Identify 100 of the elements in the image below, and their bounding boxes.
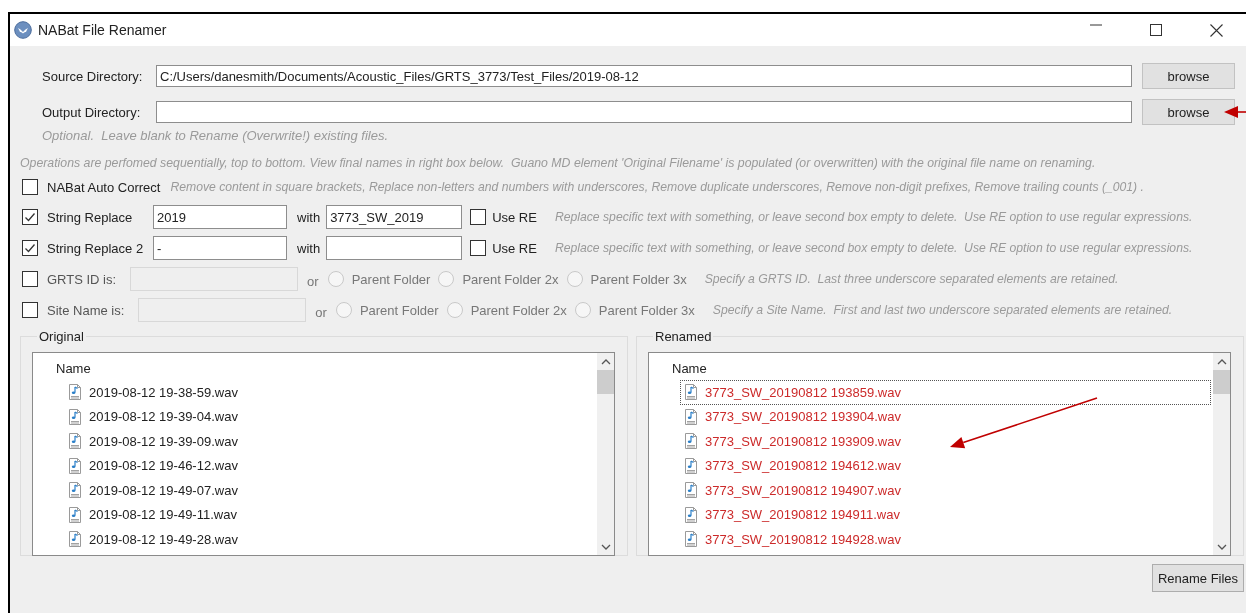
checkbox-label: String Replace 2 [47, 240, 145, 256]
checkbox[interactable] [470, 209, 487, 225]
radio-label: Parent Folder [351, 271, 431, 287]
audio-file-icon [68, 433, 82, 450]
rename-files-button[interactable]: Rename Files [1152, 564, 1244, 592]
file-name: 3773_SW_20190812 194907.wav [705, 482, 901, 498]
operation-description: Specify a GRTS ID. Last three underscore separated elements are retained. [704, 272, 1119, 286]
file-row[interactable]: 3773_SW_20190812 194612.wav [680, 453, 1211, 478]
checkbox[interactable] [470, 240, 487, 256]
file-list[interactable]: Name 3773_SW_20190812 193859.wav 3773_SW_20190812 193904.wav 3773_SW_20190812 193909.wav 3773_SW_20190812 194612.wav 3773_SW_20190812 194907.wav 3773_SW_20190812 194911.wav 3773_SW_20190812 194928.wav [648, 352, 1231, 556]
checkbox-label: Site Name is: [47, 302, 125, 318]
file-row[interactable]: 2019-08-12 19-38-59.wav [64, 380, 595, 405]
or-label: or [315, 304, 327, 320]
checkbox[interactable] [22, 179, 38, 195]
file-row[interactable]: 3773_SW_20190812 193859.wav [680, 380, 1211, 405]
audio-file-icon [68, 384, 82, 401]
audio-file-icon [684, 457, 698, 474]
file-row[interactable]: 2019-08-12 19-39-04.wav [64, 404, 595, 429]
directory-field[interactable]: C:/Users/danesmith/Documents/Acoustic_Files/GRTS_3773/Test_Files/2019-08-12 [156, 65, 1132, 87]
checkbox[interactable] [22, 240, 38, 256]
audio-file-icon [684, 506, 698, 523]
replace-field[interactable]: 3773_SW_2019 [326, 205, 463, 229]
file-name: 2019-08-12 19-39-09.wav [89, 433, 238, 449]
audio-file-icon [684, 433, 698, 450]
scrollbar[interactable] [1213, 353, 1230, 555]
audio-file-icon [68, 531, 82, 548]
checkbox-label: GRTS ID is: [47, 271, 117, 287]
file-row[interactable]: 3773_SW_20190812 194911.wav [680, 502, 1211, 527]
operation-description: Remove content in square brackets, Replace non-letters and numbers with underscores, Remove duplicate underscores, Remove non-digit prefixes, Remove trailing counts (_001) . [170, 180, 1144, 194]
file-name: 3773_SW_20190812 194928.wav [705, 531, 901, 547]
checkbox-label: NABat Auto Correct [47, 179, 161, 195]
group-title: Renamed [654, 329, 713, 344]
radio-label: Parent Folder 3x [598, 302, 695, 318]
column-header[interactable]: Name [649, 359, 1213, 379]
file-name: 2019-08-12 19-46-12.wav [89, 458, 238, 474]
find-field[interactable]: 2019 [153, 205, 287, 229]
scroll-down-icon[interactable] [1216, 543, 1227, 550]
file-name: 3773_SW_20190812 193904.wav [705, 409, 901, 425]
audio-file-icon [68, 482, 82, 499]
radio-label: Parent Folder 2x [470, 302, 567, 318]
minimize-icon[interactable] [1090, 23, 1102, 26]
audio-file-icon [684, 482, 698, 499]
replace-field[interactable] [326, 236, 463, 260]
hint-text: Optional. Leave blank to Rename (Overwrite!) existing files. [42, 128, 390, 144]
file-row[interactable]: 3773_SW_20190812 194907.wav [680, 478, 1211, 503]
scroll-down-icon[interactable] [600, 543, 611, 550]
file-row[interactable]: 2019-08-12 19-49-07.wav [64, 478, 595, 503]
file-row[interactable]: 3773_SW_20190812 193909.wav [680, 429, 1211, 454]
window-title: NABat File Renamer [38, 22, 167, 38]
or-label: or [307, 273, 319, 289]
file-name: 2019-08-12 19-49-07.wav [89, 482, 238, 498]
with-label: with [297, 209, 321, 225]
with-label: with [297, 240, 321, 256]
operation-description: Specify a Site Name. First and last two underscore separated elements are retained. [712, 303, 1173, 317]
radio-label: Parent Folder 2x [462, 271, 559, 287]
field-label: Source Directory: [41, 68, 144, 84]
operation-description: Replace specific text with something, or leave second box empty to delete. Use RE option to use regular expressions. [554, 210, 1193, 224]
file-row[interactable]: 2019-08-12 19-46-12.wav [64, 453, 595, 478]
checkbox[interactable] [22, 209, 38, 225]
find-field[interactable]: - [153, 236, 287, 260]
file-name: 3773_SW_20190812 193909.wav [705, 433, 901, 449]
close-icon[interactable] [1209, 23, 1223, 37]
file-name: 2019-08-12 19-49-28.wav [89, 531, 238, 547]
file-list[interactable]: Name 2019-08-12 19-38-59.wav 2019-08-12 19-39-04.wav 2019-08-12 19-39-09.wav 2019-08-12 19-46-12.wav 2019-08-12 19-49-07.wav 2019-08-12 19-49-11.wav 2019-08-12 19-49-28.wav [32, 352, 615, 556]
checkbox-label: String Replace [47, 209, 134, 225]
file-row[interactable]: 3773_SW_20190812 193904.wav [680, 404, 1211, 429]
file-name: 3773_SW_20190812 194911.wav [705, 507, 900, 523]
annotation-arrow [1224, 106, 1246, 118]
file-row[interactable]: 2019-08-12 19-49-11.wav [64, 502, 595, 527]
radio-label: Parent Folder [359, 302, 439, 318]
file-name: 2019-08-12 19-38-59.wav [89, 384, 238, 400]
file-row[interactable]: 3773_SW_20190812 194928.wav [680, 527, 1211, 552]
operation-description: Replace specific text with something, or leave second box empty to delete. Use RE option to use regular expressions. [554, 241, 1193, 255]
checkbox-label: Use RE [492, 209, 537, 225]
scrollbar[interactable] [597, 353, 614, 555]
audio-file-icon [684, 408, 698, 425]
instructions-text: Operations are perfomed sequentially, top to bottom. View final names in right box below. Guano MD element 'Original Filename' is populated (or overwritten) with the original file name on renaming. [20, 155, 1097, 171]
checkbox-label: Use RE [492, 240, 537, 256]
audio-file-icon [684, 531, 698, 548]
audio-file-icon [68, 506, 82, 523]
scrollbar-thumb[interactable] [1213, 370, 1230, 394]
audio-file-icon [68, 408, 82, 425]
scroll-up-icon[interactable] [1216, 358, 1227, 365]
scrollbar-thumb[interactable] [597, 370, 614, 394]
field-label: Output Directory: [41, 104, 142, 120]
maximize-icon[interactable] [1150, 23, 1162, 36]
scroll-up-icon[interactable] [600, 358, 611, 365]
file-name: 3773_SW_20190812 194612.wav [705, 458, 901, 474]
directory-field[interactable] [156, 101, 1132, 123]
file-name: 2019-08-12 19-49-11.wav [89, 507, 237, 523]
browse-button[interactable]: browse [1142, 63, 1235, 89]
audio-file-icon [684, 384, 698, 401]
browse-button[interactable]: browse [1142, 99, 1235, 125]
file-row[interactable]: 2019-08-12 19-39-09.wav [64, 429, 595, 454]
column-header[interactable]: Name [33, 359, 597, 379]
file-name: 2019-08-12 19-39-04.wav [89, 409, 238, 425]
file-row[interactable]: 2019-08-12 19-49-28.wav [64, 527, 595, 552]
file-name: 3773_SW_20190812 193859.wav [705, 384, 901, 400]
radio-label: Parent Folder 3x [590, 271, 687, 287]
audio-file-icon [68, 457, 82, 474]
